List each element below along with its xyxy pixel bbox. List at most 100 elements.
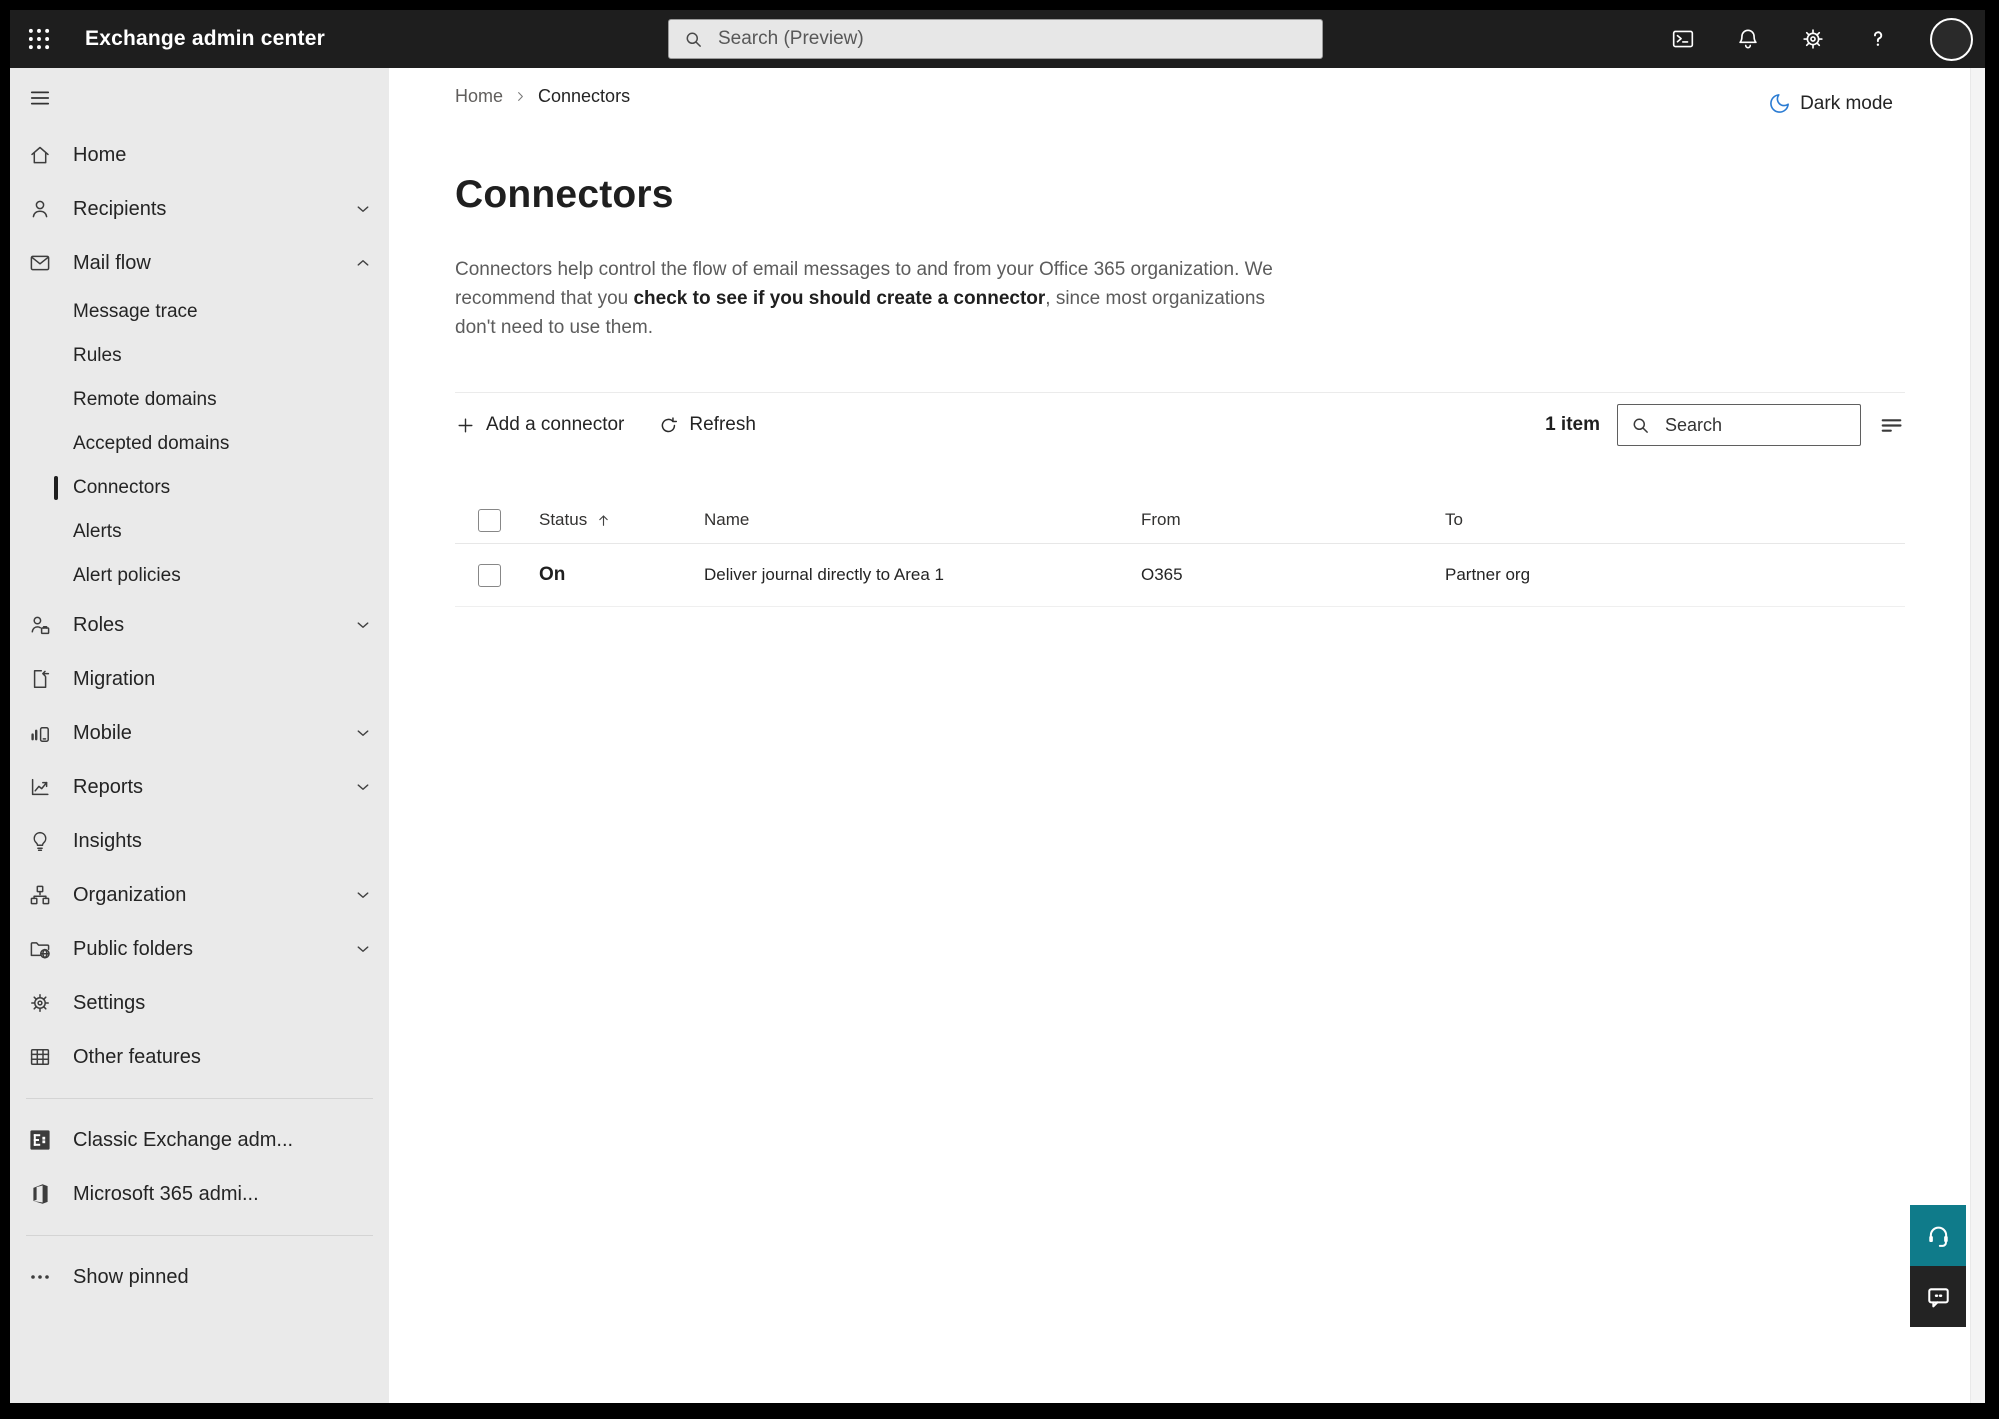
breadcrumb: Home Connectors — [455, 86, 1905, 107]
sidebar-item-label: Accepted domains — [73, 433, 230, 454]
list-search[interactable] — [1617, 404, 1861, 446]
sidebar-item-label: Reports — [73, 775, 144, 798]
sidebar-nav: Home Recipients Mail flow Message trace Rule… — [10, 128, 389, 1304]
sidebar-item-label: Recipients — [73, 197, 167, 220]
sidebar-item-other-features[interactable]: Other features — [10, 1030, 389, 1084]
column-header-status[interactable]: Status — [539, 510, 704, 530]
sidebar-item-classic-exchange-admin[interactable]: Classic Exchange adm... — [10, 1113, 389, 1167]
cell-name-value: Deliver journal directly to Area 1 — [704, 565, 945, 584]
bell-icon[interactable] — [1735, 26, 1761, 52]
page-description: Connectors help control the flow of emai… — [455, 255, 1307, 342]
app-launcher-icon[interactable] — [26, 26, 52, 52]
dark-mode-label: Dark mode — [1800, 92, 1893, 114]
row-checkbox-cell — [455, 563, 539, 587]
chevron-right-icon — [513, 89, 528, 104]
hamburger-menu-icon[interactable] — [28, 86, 52, 110]
row-checkbox[interactable] — [478, 563, 501, 587]
chevron-down-icon — [353, 199, 373, 219]
global-search[interactable] — [668, 19, 1323, 59]
top-app-bar: Exchange admin center — [10, 10, 1985, 68]
sidebar-item-label: Organization — [73, 883, 187, 906]
select-all-checkbox[interactable] — [478, 508, 501, 532]
organization-icon — [28, 883, 52, 907]
list-search-input[interactable] — [1663, 413, 1848, 437]
support-button[interactable] — [1910, 1205, 1966, 1266]
sidebar-item-label: Mail flow — [73, 251, 151, 274]
sidebar-item-label: Home — [73, 143, 127, 166]
sidebar-item-reports[interactable]: Reports — [10, 760, 389, 814]
sidebar-item-insights[interactable]: Insights — [10, 814, 389, 868]
help-icon[interactable] — [1865, 26, 1891, 52]
item-count: 1 item — [1545, 414, 1600, 435]
sidebar-item-accepted-domains[interactable]: Accepted domains — [10, 422, 389, 466]
sidebar-item-message-trace[interactable]: Message trace — [10, 290, 389, 334]
insights-icon — [28, 829, 52, 853]
feedback-button[interactable] — [1910, 1266, 1966, 1327]
table-row[interactable]: On Deliver journal directly to Area 1 O365… — [455, 544, 1905, 607]
terminal-icon[interactable] — [1670, 26, 1696, 52]
chevron-up-icon — [353, 253, 373, 273]
sidebar-item-mobile[interactable]: Mobile — [10, 706, 389, 760]
cell-to: Partner org — [1445, 565, 1905, 585]
sidebar-item-label: Migration — [73, 667, 156, 690]
column-header-label: Name — [704, 510, 750, 529]
chevron-down-icon — [353, 777, 373, 797]
sidebar-item-public-folders[interactable]: Public folders — [10, 922, 389, 976]
topbar-actions — [1670, 10, 1973, 68]
sidebar-item-show-pinned[interactable]: Show pinned — [10, 1250, 389, 1304]
table-body: On Deliver journal directly to Area 1 O365… — [455, 544, 1905, 607]
sidebar-item-microsoft-365-admin[interactable]: Microsoft 365 admi... — [10, 1167, 389, 1221]
sidebar-item-alert-policies[interactable]: Alert policies — [10, 554, 389, 598]
sidebar-item-label: Message trace — [73, 301, 198, 322]
sidebar-item-alerts[interactable]: Alerts — [10, 510, 389, 554]
breadcrumb-home[interactable]: Home — [455, 86, 503, 107]
sidebar-item-label: Alerts — [73, 521, 122, 542]
exchange-logo-icon — [28, 1128, 52, 1152]
mobile-icon — [28, 721, 52, 745]
home-icon — [28, 143, 52, 167]
sidebar-item-roles[interactable]: Roles — [10, 598, 389, 652]
sidebar-item-connectors[interactable]: Connectors — [10, 466, 389, 510]
global-search-input[interactable] — [716, 27, 1308, 51]
chevron-down-icon — [353, 939, 373, 959]
sidebar-item-settings[interactable]: Settings — [10, 976, 389, 1030]
cell-from: O365 — [1141, 565, 1445, 585]
add-connector-label: Add a connector — [486, 414, 625, 435]
column-header-to[interactable]: To — [1445, 510, 1905, 530]
sidebar-item-rules[interactable]: Rules — [10, 334, 389, 378]
refresh-icon — [658, 415, 679, 436]
cell-from-value: O365 — [1141, 565, 1183, 584]
avatar[interactable] — [1930, 17, 1973, 61]
sidebar-item-label: Microsoft 365 admi... — [73, 1182, 259, 1205]
column-header-name[interactable]: Name — [704, 510, 1141, 530]
cell-status-value: On — [539, 564, 566, 585]
sidebar-divider — [26, 1098, 373, 1099]
sidebar-item-organization[interactable]: Organization — [10, 868, 389, 922]
dark-mode-toggle[interactable]: Dark mode — [1768, 92, 1893, 115]
refresh-button[interactable]: Refresh — [658, 414, 756, 436]
chat-icon — [1925, 1283, 1952, 1310]
sidebar-item-label: Remote domains — [73, 389, 217, 410]
filter-icon[interactable] — [1878, 412, 1905, 439]
column-header-from[interactable]: From — [1141, 510, 1445, 530]
sidebar-item-remote-domains[interactable]: Remote domains — [10, 378, 389, 422]
column-header-label: From — [1141, 510, 1181, 529]
migration-icon — [28, 667, 52, 691]
breadcrumb-current: Connectors — [538, 86, 631, 106]
sidebar-item-migration[interactable]: Migration — [10, 652, 389, 706]
settings-icon — [28, 991, 52, 1015]
sidebar-item-mail-flow[interactable]: Mail flow — [10, 236, 389, 290]
gear-icon[interactable] — [1800, 26, 1826, 52]
other-features-icon — [28, 1045, 52, 1069]
sidebar-item-recipients[interactable]: Recipients — [10, 182, 389, 236]
sidebar-item-label: Insights — [73, 829, 142, 852]
column-header-label: Status — [539, 510, 588, 529]
connectors-table: Status Name From To On Deliver journal direc… — [455, 497, 1905, 607]
moon-icon — [1768, 92, 1791, 115]
toolbar: Add a connector Refresh 1 item — [455, 393, 1905, 457]
sidebar-item-label: Other features — [73, 1045, 201, 1068]
sidebar-item-label: Mobile — [73, 721, 132, 744]
add-connector-button[interactable]: Add a connector — [455, 414, 624, 436]
sidebar-divider — [26, 1235, 373, 1236]
sidebar-item-home[interactable]: Home — [10, 128, 389, 182]
